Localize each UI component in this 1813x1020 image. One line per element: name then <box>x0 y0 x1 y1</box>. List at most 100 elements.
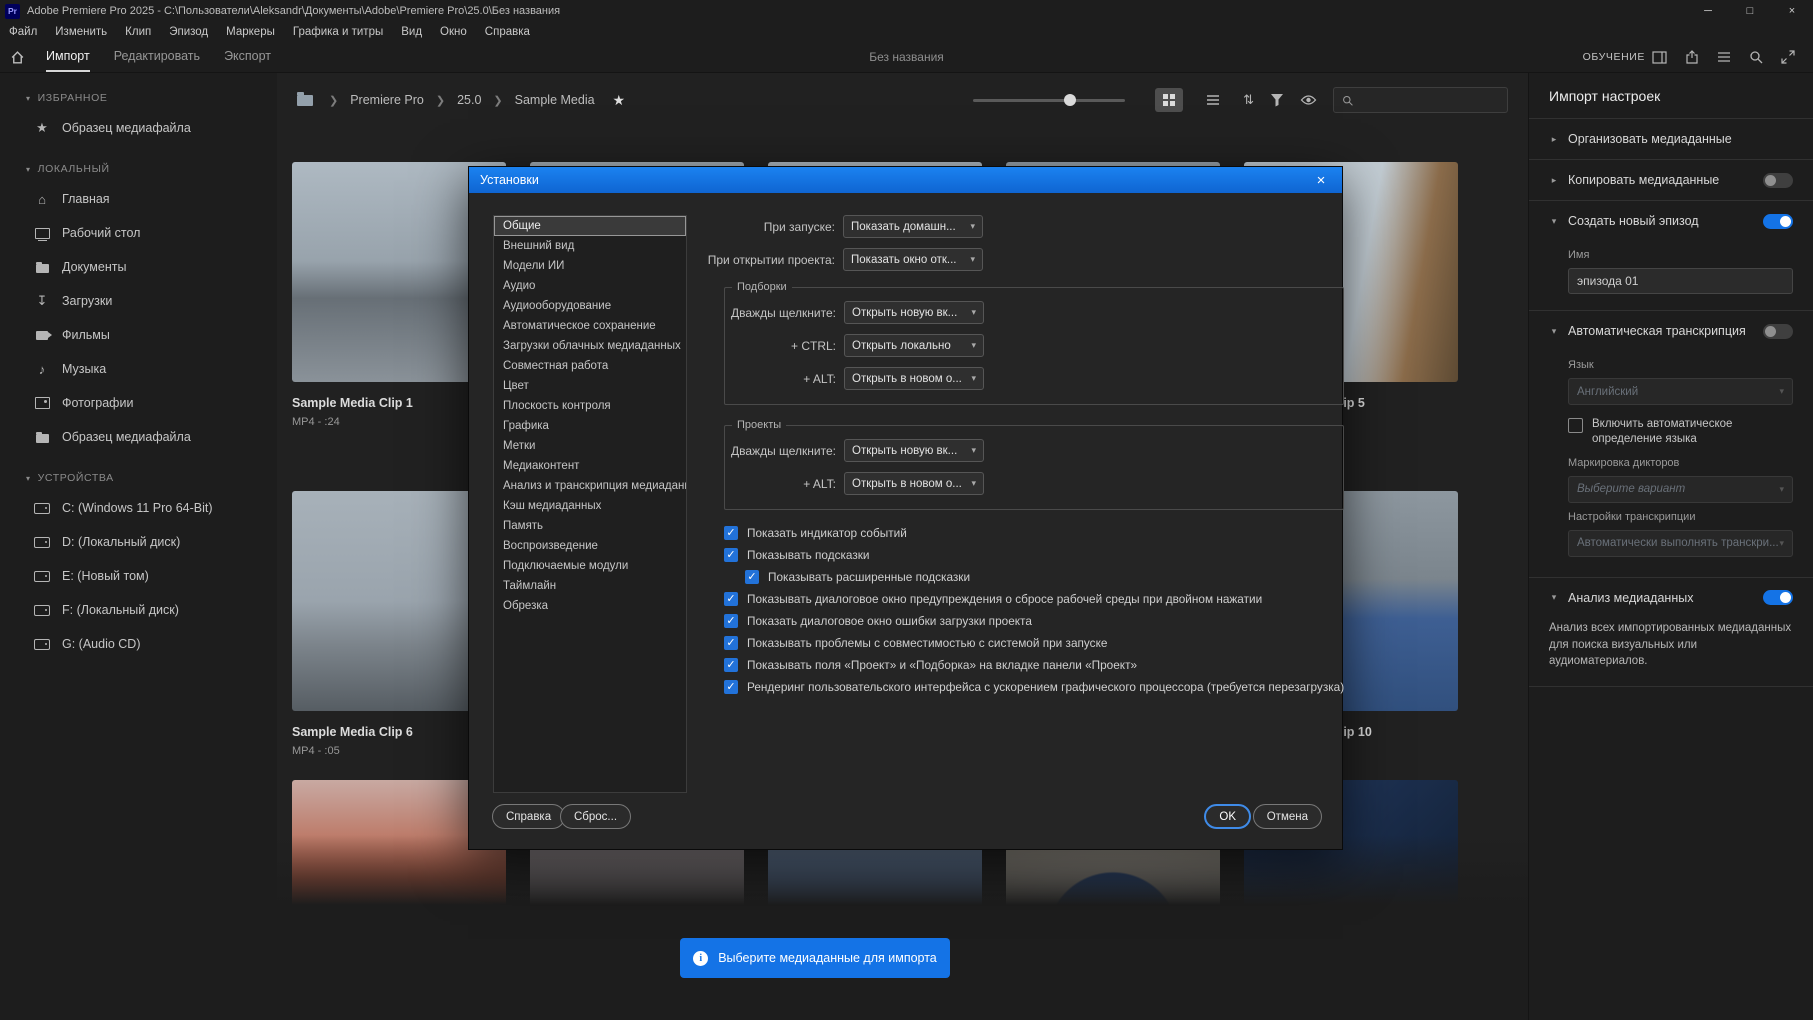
sidebar-section-local[interactable]: ▾ЛОКАЛЬНЫЙ <box>0 155 277 182</box>
menu-window[interactable]: Окно <box>431 22 476 42</box>
analysis-toggle[interactable] <box>1763 590 1793 605</box>
grid-view-button[interactable] <box>1155 88 1183 112</box>
category-timeline[interactable]: Таймлайн <box>494 576 686 596</box>
tab-export[interactable]: Экспорт <box>224 42 271 72</box>
fullscreen-icon[interactable] <box>1781 50 1795 64</box>
dialog-close-icon[interactable]: × <box>1311 172 1331 189</box>
checked-checkbox[interactable] <box>724 658 738 672</box>
sidebar-item-documents[interactable]: Документы <box>0 250 277 284</box>
sidebar-item-sample-media-favorite[interactable]: ★Образец медиафайла <box>0 111 277 145</box>
checked-checkbox[interactable] <box>724 592 738 606</box>
category-media-analysis-transcription[interactable]: Анализ и транскрипция медиаданных <box>494 476 686 496</box>
sidebar-item-downloads[interactable]: ↧Загрузки <box>0 284 277 318</box>
menu-graphics-titles[interactable]: Графика и титры <box>284 22 392 42</box>
checkbox-row[interactable]: Показывать проблемы с совместимостью с с… <box>724 636 1344 650</box>
sidebar-item-desktop[interactable]: Рабочий стол <box>0 216 277 250</box>
thumbnail-size-slider[interactable] <box>973 99 1125 102</box>
slider-thumb[interactable] <box>1064 94 1076 106</box>
sidebar-item-drive-g[interactable]: G: (Audio CD) <box>0 627 277 661</box>
sidebar-section-devices[interactable]: ▾УСТРОЙСТВА <box>0 464 277 491</box>
section-header-analysis[interactable]: ▾ Анализ медиаданных <box>1549 578 1793 618</box>
bins-double-click-select[interactable]: Открыть новую вк...▾ <box>844 301 984 324</box>
sequence-name-input[interactable] <box>1568 268 1793 294</box>
ok-button[interactable]: OK <box>1204 804 1251 829</box>
sidebar-item-drive-f[interactable]: F: (Локальный диск) <box>0 593 277 627</box>
breadcrumb-sample-media[interactable]: Sample Media <box>515 93 595 107</box>
menu-clip[interactable]: Клип <box>116 22 160 42</box>
transcription-settings-select[interactable]: Автоматически выполнять транскри... ▾ <box>1568 530 1793 557</box>
category-graphics[interactable]: Графика <box>494 416 686 436</box>
startup-select[interactable]: Показать домашн... ▾ <box>843 215 983 238</box>
cancel-button[interactable]: Отмена <box>1253 804 1322 829</box>
quick-actions-icon[interactable] <box>1749 50 1763 64</box>
copy-media-toggle[interactable] <box>1763 173 1793 188</box>
minimize-icon[interactable]: ─ <box>1687 0 1729 22</box>
category-color[interactable]: Цвет <box>494 376 686 396</box>
transcription-toggle[interactable] <box>1763 324 1793 339</box>
checkbox-row[interactable]: Показать диалоговое окно ошибки загрузки… <box>724 614 1344 628</box>
category-appearance[interactable]: Внешний вид <box>494 236 686 256</box>
category-plugins[interactable]: Подключаемые модули <box>494 556 686 576</box>
menu-markers[interactable]: Маркеры <box>217 22 284 42</box>
checkbox-row[interactable]: Рендеринг пользовательского интерфейса с… <box>724 680 1344 694</box>
sidebar-item-music[interactable]: ♪Музыка <box>0 352 277 386</box>
checked-checkbox[interactable] <box>745 570 759 584</box>
sidebar-item-drive-c[interactable]: C: (Windows 11 Pro 64-Bit) <box>0 491 277 525</box>
checkbox-row[interactable]: Показывать расширенные подсказки <box>745 570 1344 584</box>
checked-checkbox[interactable] <box>724 680 738 694</box>
checked-checkbox[interactable] <box>724 548 738 562</box>
tab-import[interactable]: Импорт <box>46 42 90 72</box>
checkbox-row[interactable]: Показывать поля «Проект» и «Подборка» на… <box>724 658 1344 672</box>
projects-double-click-select[interactable]: Открыть новую вк...▾ <box>844 439 984 462</box>
search-box[interactable] <box>1333 87 1508 113</box>
sidebar-item-drive-d[interactable]: D: (Локальный диск) <box>0 525 277 559</box>
menu-edit[interactable]: Изменить <box>46 22 116 42</box>
sidebar-item-home[interactable]: ⌂Главная <box>0 182 277 216</box>
open-project-select[interactable]: Показать окно отк... ▾ <box>843 248 983 271</box>
checked-checkbox[interactable] <box>724 636 738 650</box>
language-select[interactable]: Английский ▾ <box>1568 378 1793 405</box>
auto-detect-checkbox[interactable] <box>1568 418 1583 433</box>
home-button[interactable] <box>0 50 34 65</box>
bins-alt-select[interactable]: Открыть в новом о...▾ <box>844 367 984 390</box>
checked-checkbox[interactable] <box>724 614 738 628</box>
sidebar-item-sample-media-folder[interactable]: Образец медиафайла <box>0 420 277 454</box>
category-audio[interactable]: Аудио <box>494 276 686 296</box>
projects-alt-select[interactable]: Открыть в новом о...▾ <box>844 472 984 495</box>
speaker-labeling-select[interactable]: Выберите вариант ▾ <box>1568 476 1793 503</box>
sort-button[interactable]: ⇅ <box>1243 92 1254 108</box>
menu-sequence[interactable]: Эпизод <box>160 22 217 42</box>
select-media-notice-button[interactable]: i Выберите медиаданные для импорта <box>680 938 950 978</box>
menu-help[interactable]: Справка <box>476 22 539 42</box>
category-audio-hardware[interactable]: Аудиооборудование <box>494 296 686 316</box>
checkbox-row[interactable]: Показывать диалоговое окно предупреждени… <box>724 592 1344 606</box>
share-export-icon[interactable] <box>1685 50 1699 64</box>
menu-view[interactable]: Вид <box>392 22 431 42</box>
sidebar-section-favorites[interactable]: ▾ИЗБРАННОЕ <box>0 84 277 111</box>
help-button[interactable]: Справка <box>492 804 565 829</box>
category-media[interactable]: Медиаконтент <box>494 456 686 476</box>
category-cloud-downloads[interactable]: Загрузки облачных медиаданных <box>494 336 686 356</box>
sidebar-item-drive-e[interactable]: E: (Новый том) <box>0 559 277 593</box>
maximize-icon[interactable]: □ <box>1729 0 1771 22</box>
breadcrumb-25-0[interactable]: 25.0 <box>457 93 481 107</box>
checkbox-row[interactable]: Показать индикатор событий <box>724 526 1344 540</box>
category-control-surface[interactable]: Плоскость контроля <box>494 396 686 416</box>
checkbox-row[interactable]: Показывать подсказки <box>724 548 1344 562</box>
category-general[interactable]: Общие <box>494 216 686 236</box>
tab-edit[interactable]: Редактировать <box>114 42 200 72</box>
category-memory[interactable]: Память <box>494 516 686 536</box>
new-sequence-toggle[interactable] <box>1763 214 1793 229</box>
category-playback[interactable]: Воспроизведение <box>494 536 686 556</box>
category-trim[interactable]: Обрезка <box>494 596 686 616</box>
category-auto-save[interactable]: Автоматическое сохранение <box>494 316 686 336</box>
search-input[interactable] <box>1359 92 1499 108</box>
section-header-new-sequence[interactable]: ▾ Создать новый эпизод <box>1549 201 1793 241</box>
stacked-panels-icon[interactable] <box>1717 51 1731 63</box>
dialog-titlebar[interactable]: Установки × <box>469 167 1342 193</box>
filter-icon[interactable] <box>1270 93 1284 107</box>
bins-ctrl-select[interactable]: Открыть локально▾ <box>844 334 984 357</box>
learn-button[interactable]: ОБУЧЕНИЕ <box>1583 51 1667 64</box>
preview-eye-icon[interactable] <box>1300 93 1317 107</box>
sidebar-item-photos[interactable]: Фотографии <box>0 386 277 420</box>
